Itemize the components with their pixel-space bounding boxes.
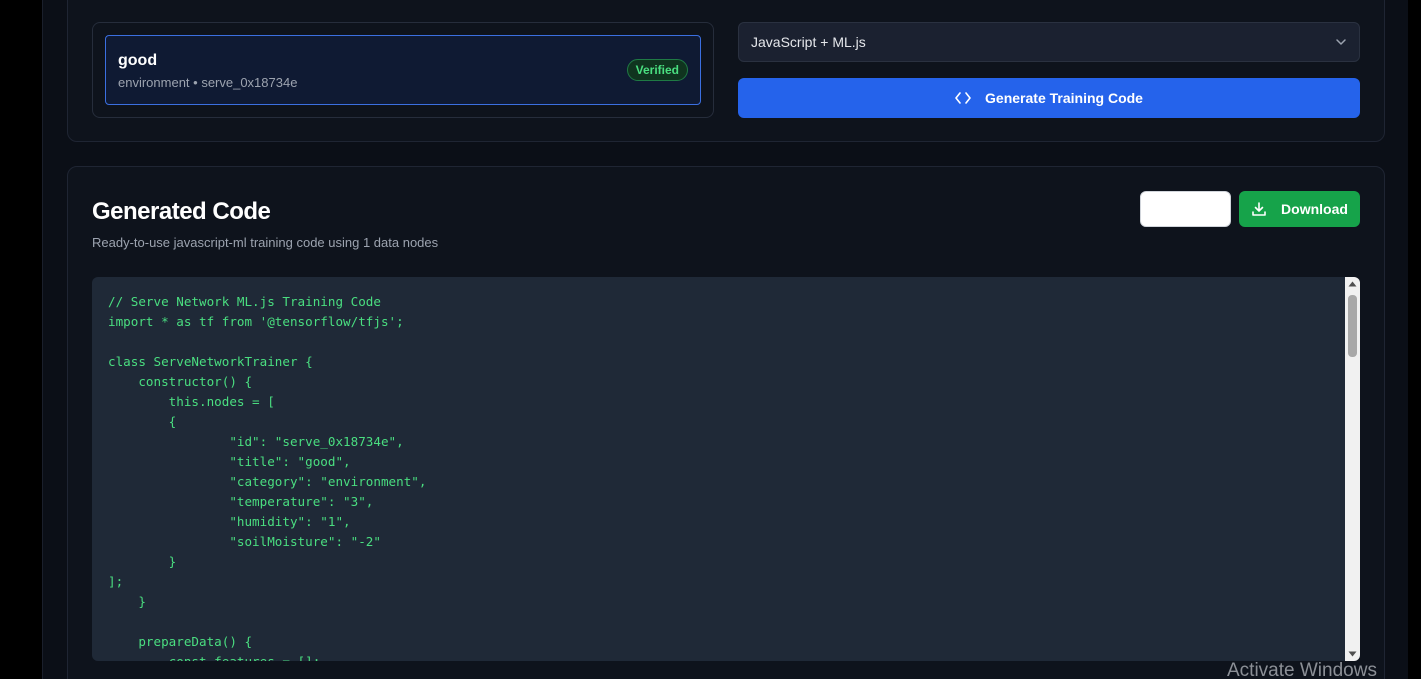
config-card: good environment • serve_0x18734e Verifi…	[67, 0, 1385, 142]
scroll-up-arrow-icon[interactable]	[1345, 277, 1360, 291]
code-textarea[interactable]: // Serve Network ML.js Training Code imp…	[92, 277, 1360, 661]
windows-activation-watermark: Activate Windows	[1227, 660, 1377, 679]
generate-training-code-button[interactable]: Generate Training Code	[738, 78, 1360, 118]
language-select[interactable]: JavaScript + ML.js	[738, 22, 1360, 62]
node-subtitle: environment • serve_0x18734e	[118, 75, 298, 90]
download-icon	[1252, 202, 1266, 216]
selected-nodes-panel: good environment • serve_0x18734e Verifi…	[92, 22, 714, 118]
chevron-down-icon	[1336, 39, 1346, 45]
scrollbar-thumb[interactable]	[1348, 295, 1357, 357]
language-select-value: JavaScript + ML.js	[751, 34, 866, 50]
verified-badge: Verified	[626, 59, 688, 81]
app-window: good environment • serve_0x18734e Verifi…	[42, 0, 1408, 679]
generated-code-title: Generated Code	[92, 198, 271, 225]
generated-code-card: Generated Code Ready-to-use javascript-m…	[67, 166, 1385, 679]
node-title: good	[118, 52, 158, 69]
code-scrollbar[interactable]	[1345, 277, 1360, 661]
download-button-label: Download	[1281, 201, 1348, 217]
copy-button[interactable]	[1140, 191, 1231, 227]
generated-code-description: Ready-to-use javascript-ml training code…	[92, 235, 439, 250]
code-content: // Serve Network ML.js Training Code imp…	[108, 294, 427, 661]
generate-button-label: Generate Training Code	[985, 90, 1143, 106]
download-button[interactable]: Download	[1239, 191, 1360, 227]
node-item[interactable]: good environment • serve_0x18734e Verifi…	[105, 35, 701, 105]
code-brackets-icon	[955, 92, 971, 104]
scroll-down-arrow-icon[interactable]	[1345, 647, 1360, 661]
